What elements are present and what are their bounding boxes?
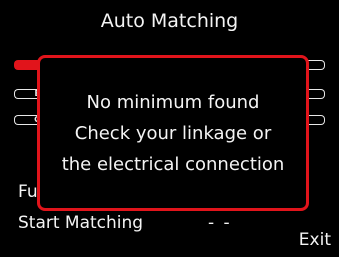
dialog-line-1: No minimum found bbox=[86, 91, 260, 113]
start-matching-value: - - bbox=[208, 213, 232, 233]
exit-button[interactable]: Exit bbox=[299, 229, 331, 251]
error-dialog: No minimum found Check your linkage or t… bbox=[37, 55, 309, 211]
function-row-label[interactable]: Fu bbox=[18, 181, 38, 203]
auto-matching-screen: Auto Matching E C T U V Fu Start Matchin… bbox=[0, 0, 339, 257]
dialog-line-2: Check your linkage or bbox=[74, 122, 272, 144]
start-matching-label[interactable]: Start Matching bbox=[18, 212, 143, 234]
dialog-line-3: the electrical connection bbox=[61, 153, 285, 175]
page-title: Auto Matching bbox=[100, 10, 239, 32]
